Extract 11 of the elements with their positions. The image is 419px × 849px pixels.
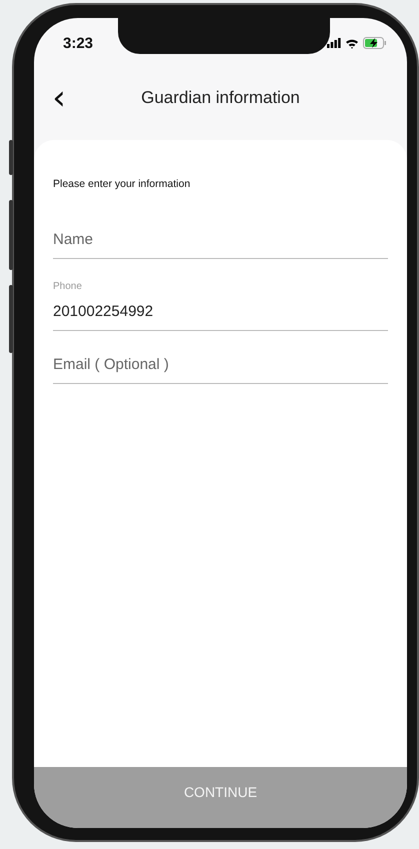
input-field[interactable]: Name: [53, 228, 388, 259]
wifi-icon: [345, 38, 359, 48]
input-field[interactable]: Email ( Optional ): [53, 353, 388, 384]
screen-title: Guardian information: [140, 88, 301, 108]
battery-charging-icon: [363, 37, 387, 49]
signal-icon: [327, 38, 341, 48]
back-button[interactable]: ‹: [44, 81, 74, 115]
field-label: Phone: [53, 281, 83, 292]
instruction-text: Please enter your information: [53, 178, 192, 190]
status-time: 3:23: [63, 34, 94, 52]
input-field[interactable]: 201002254992: [53, 300, 388, 331]
